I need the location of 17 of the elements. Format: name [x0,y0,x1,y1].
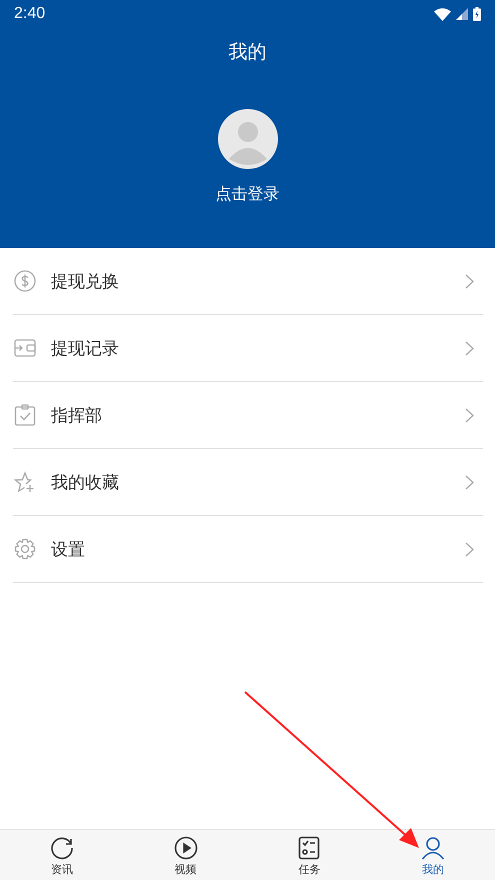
menu-label: 指挥部 [51,404,103,426]
status-time: 2:40 [14,5,46,23]
menu-label: 我的收藏 [51,472,120,494]
nav-tab[interactable]: 资讯 [0,830,124,880]
login-link[interactable]: 点击登录 [216,184,280,205]
menu-item[interactable]: 指挥部 [13,382,483,449]
nav-tab[interactable]: 视频 [124,830,248,880]
page-title: 我的 [228,40,266,65]
menu-item[interactable]: 我的收藏 [13,449,483,516]
menu-item[interactable]: 提现记录 [13,315,483,382]
nav-tab[interactable]: 我的 [371,830,495,880]
menu-label: 设置 [51,538,86,560]
menu-label: 提现记录 [51,338,120,360]
menu-label: 提现兑换 [51,270,120,292]
menu-item[interactable]: 设置 [13,516,483,583]
nav-tab[interactable]: 任务 [248,830,372,880]
menu-item[interactable]: 提现兑换 [13,248,483,315]
